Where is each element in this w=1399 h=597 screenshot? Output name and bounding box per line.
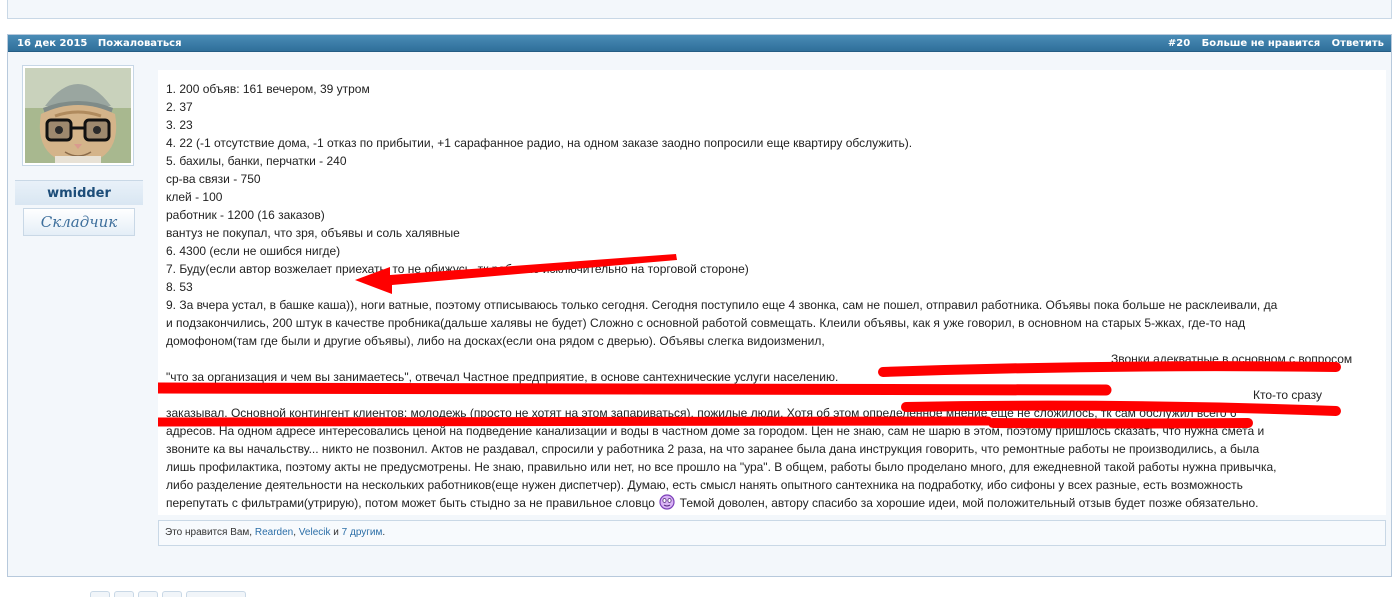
previous-post-bottom [7, 0, 1392, 19]
likes-and: и [333, 527, 339, 538]
message-line: домофоном(там где были и другие объявы),… [166, 334, 825, 348]
likes-end: . [382, 527, 386, 538]
message-line: 9. За вчера устал, в башке каша)), ноги … [166, 298, 1278, 312]
message-line: 1. 200 объяв: 161 вечером, 39 утром [166, 82, 370, 96]
forum-post: 16 дек 2015 Пожаловаться #20 Больше не н… [7, 34, 1392, 577]
page-tab[interactable] [162, 591, 182, 597]
message-line-segment: перепутать с фильтрами(утрирую), потом м… [166, 496, 655, 510]
message-line: заказывал. Основной контингент клиентов:… [166, 406, 1237, 420]
message-line: и подзакончились, 200 штук в качестве пр… [166, 316, 1246, 330]
message-line: "что за организация и чем вы занимаетесь… [166, 370, 839, 384]
likes-prefix: Это нравится Вам, [165, 527, 253, 538]
page-tab[interactable] [138, 591, 158, 597]
post-header: 16 дек 2015 Пожаловаться #20 Больше не н… [8, 35, 1391, 52]
post-message: 1. 200 объяв: 161 вечером, 39 утром 2. 3… [158, 70, 1386, 515]
message-line: 6. 4300 (если не ошибся нигде) [166, 244, 341, 258]
message-line: лишь профилактика, поэтому акты не преду… [166, 460, 1277, 474]
avatar[interactable] [22, 65, 134, 166]
message-line: работник - 1200 (16 заказов) [166, 208, 325, 222]
report-link[interactable]: Пожаловаться [98, 38, 182, 49]
message-line: перепутать с фильтрами(утрирую), потом м… [166, 494, 1378, 512]
username-box: wmidder [15, 180, 143, 205]
post-number-link[interactable]: #20 [1168, 38, 1190, 49]
reply-link[interactable]: Ответить [1332, 38, 1384, 49]
message-line: клей - 100 [166, 190, 223, 204]
message-line-segment: Звонки адекватные в основном с вопросом [1111, 352, 1353, 366]
post-header-left: 16 дек 2015 Пожаловаться [17, 35, 189, 52]
liker-link[interactable]: Rearden [255, 527, 293, 538]
message-line: либо разделение деятельности на нескольк… [166, 478, 1243, 492]
user-info-panel: wmidder Складчик [15, 62, 143, 245]
message-line: 8. 53 [166, 280, 193, 294]
page-tab[interactable] [114, 591, 134, 597]
username-link[interactable]: wmidder [15, 181, 143, 206]
cat-with-glasses-avatar-icon [25, 68, 131, 163]
user-title: Складчик [40, 213, 118, 231]
message-line: вантуз не покупал, что зря, объявы и сол… [166, 226, 460, 240]
post-header-right: #20 Больше не нравится Ответить [1160, 35, 1384, 52]
message-text: 1. 200 объяв: 161 вечером, 39 утром 2. 3… [166, 80, 1378, 512]
unlike-link[interactable]: Больше не нравится [1202, 38, 1321, 49]
likes-summary-bar: Это нравится Вам, Rearden, Velecik и 7 д… [158, 520, 1386, 546]
message-line: Кто-то сразу [166, 386, 1378, 404]
page-tab[interactable] [90, 591, 110, 597]
message-line: адресов. На одном адресе интересовались … [166, 424, 1265, 438]
post-date: 16 дек 2015 [17, 38, 88, 49]
message-line-segment: Кто-то сразу [1253, 388, 1322, 402]
other-likers-link[interactable]: 7 другим [342, 527, 383, 538]
embarrassed-smiley-icon [659, 494, 675, 510]
likes-separator: , [293, 527, 297, 538]
message-line: звоните ка вы начальству... никто не поз… [166, 442, 1260, 456]
message-line: ср-ва связи - 750 [166, 172, 261, 186]
user-title-badge: Складчик [23, 208, 135, 236]
message-line-segment: Темой доволен, автору спасибо за хорошие… [679, 496, 1259, 510]
message-line: 7. Буду(если автор возжелает приехать, т… [166, 262, 749, 276]
message-line: 3. 23 [166, 118, 193, 132]
page-tab[interactable] [186, 591, 246, 597]
message-line: 4. 22 (-1 отсутствие дома, -1 отказ по п… [166, 136, 913, 150]
message-line: 2. 37 [166, 100, 193, 114]
liker-link[interactable]: Velecik [299, 527, 331, 538]
message-line: 5. бахилы, банки, перчатки - 240 [166, 154, 347, 168]
message-line: Звонки адекватные в основном с вопросом [166, 350, 1378, 368]
